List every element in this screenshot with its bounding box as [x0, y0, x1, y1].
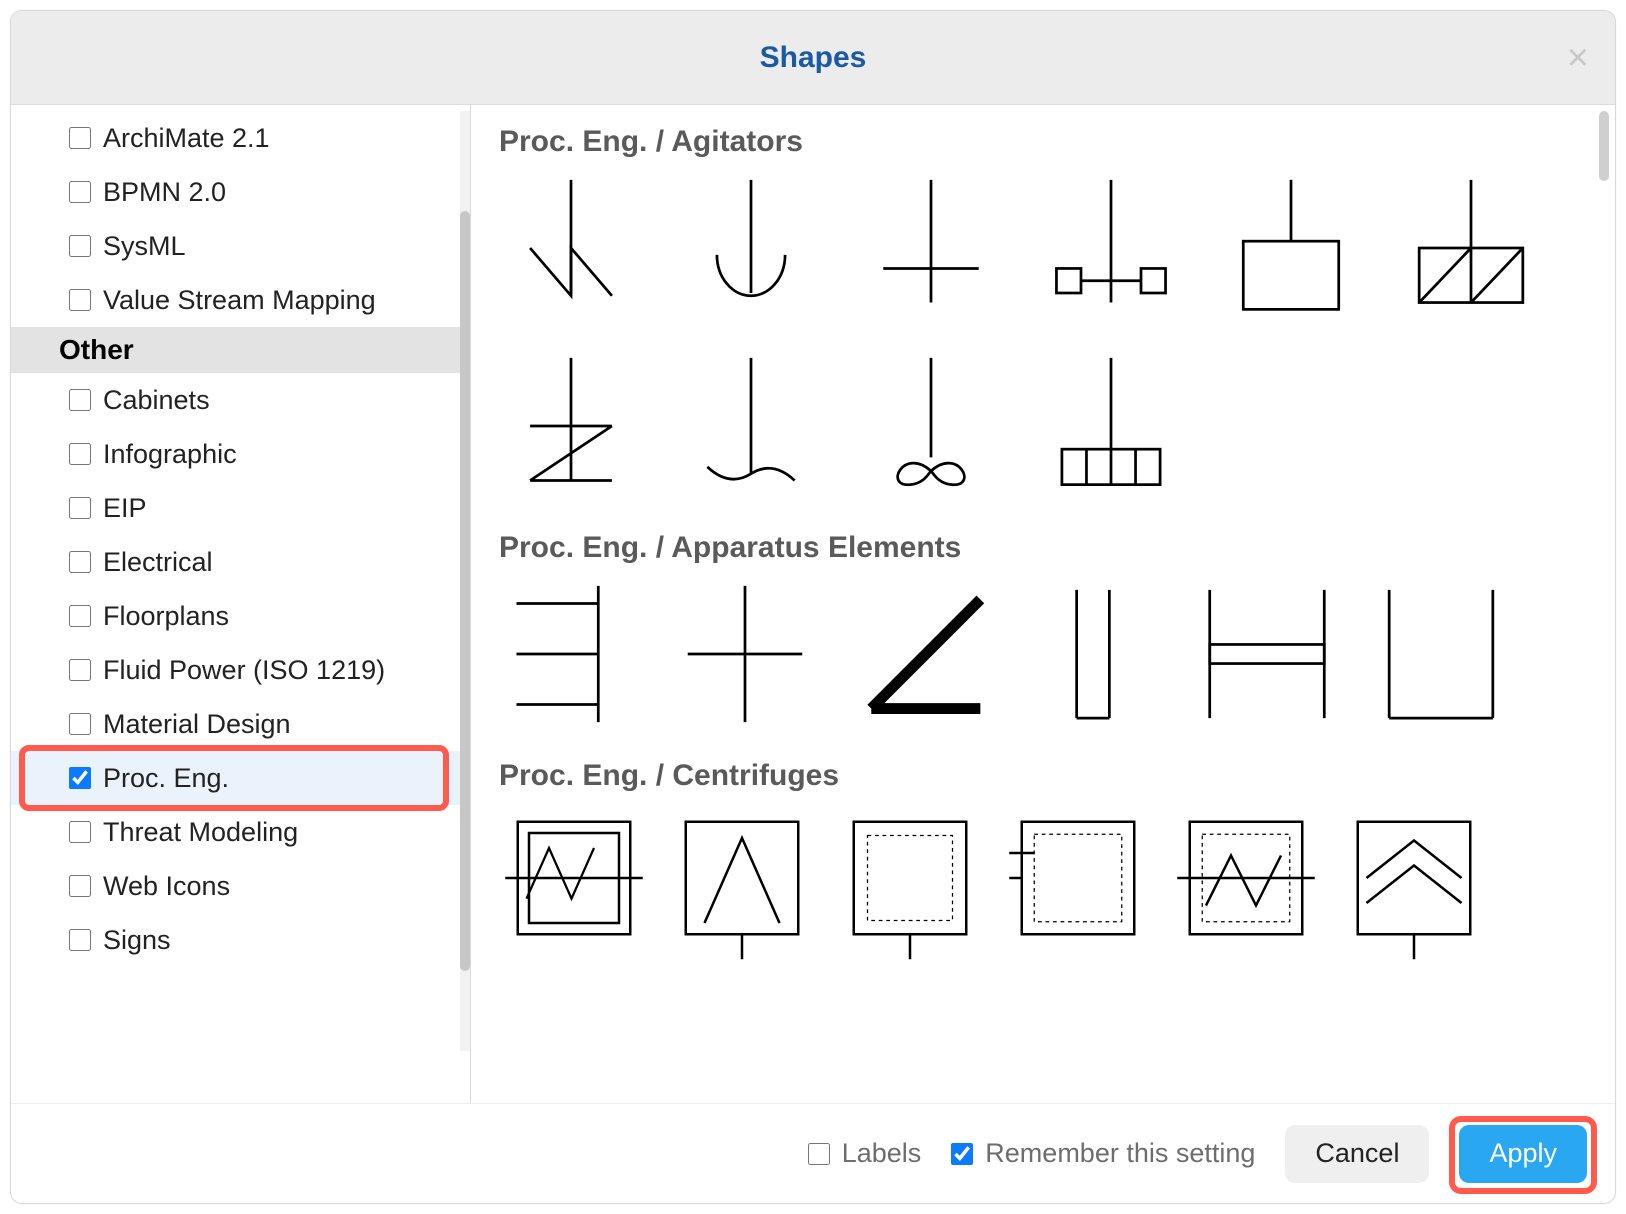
sidebar-item-infographic[interactable]: Infographic	[11, 427, 470, 481]
shape-grid-centrifuges	[499, 801, 1587, 975]
checkbox-infographic[interactable]	[69, 443, 91, 465]
checkbox-bpmn[interactable]	[69, 181, 91, 203]
checkbox-sysml[interactable]	[69, 235, 91, 257]
sidebar-section-other: Other	[11, 327, 470, 373]
shape-agitator-2[interactable]	[679, 173, 823, 323]
sidebar-item-fluid-power[interactable]: Fluid Power (ISO 1219)	[11, 643, 470, 697]
shape-apparatus-5[interactable]	[1195, 579, 1339, 729]
checkbox-threat-modeling[interactable]	[69, 821, 91, 843]
checkbox-electrical[interactable]	[69, 551, 91, 573]
sidebar[interactable]: ArchiMate 2.1 BPMN 2.0 SysML Value Strea…	[11, 105, 471, 1103]
remember-toggle[interactable]: Remember this setting	[951, 1138, 1255, 1169]
sidebar-item-label: Fluid Power (ISO 1219)	[103, 655, 385, 686]
sidebar-item-threat-modeling[interactable]: Threat Modeling	[11, 805, 470, 859]
shapes-dialog: Shapes × ArchiMate 2.1 BPMN 2.0 SysML	[10, 10, 1616, 1204]
section-title-centrifuges: Proc. Eng. / Centrifuges	[499, 759, 1587, 793]
shape-preview-panel[interactable]: Proc. Eng. / Agitators Proc. Eng. / Appa…	[471, 105, 1615, 1103]
dialog-titlebar: Shapes ×	[11, 11, 1615, 105]
shape-agitator-6[interactable]	[1399, 173, 1543, 323]
dialog-footer: Labels Remember this setting Cancel Appl…	[11, 1103, 1615, 1203]
checkbox-material-design[interactable]	[69, 713, 91, 735]
labels-toggle-label: Labels	[842, 1138, 922, 1169]
dialog-body: ArchiMate 2.1 BPMN 2.0 SysML Value Strea…	[11, 105, 1615, 1103]
shape-agitator-9[interactable]	[859, 351, 1003, 501]
sidebar-item-label: Signs	[103, 925, 171, 956]
sidebar-item-label: Threat Modeling	[103, 817, 298, 848]
apply-button[interactable]: Apply	[1459, 1125, 1587, 1183]
checkbox-web-icons[interactable]	[69, 875, 91, 897]
checkbox-eip[interactable]	[69, 497, 91, 519]
checkbox-signs[interactable]	[69, 929, 91, 951]
shape-apparatus-1[interactable]	[499, 579, 643, 729]
sidebar-item-label: Cabinets	[103, 385, 210, 416]
shape-agitator-1[interactable]	[499, 173, 643, 323]
shape-grid-apparatus	[499, 573, 1587, 749]
shape-agitator-8[interactable]	[679, 351, 823, 501]
shape-agitator-5[interactable]	[1219, 173, 1363, 323]
sidebar-item-label: ArchiMate 2.1	[103, 123, 270, 154]
shape-centrifuge-3[interactable]	[835, 809, 985, 959]
sidebar-item-label: Web Icons	[103, 871, 230, 902]
checkbox-remember[interactable]	[951, 1143, 973, 1165]
remember-toggle-label: Remember this setting	[985, 1138, 1255, 1169]
shape-apparatus-4[interactable]	[1021, 579, 1165, 729]
section-title-agitators: Proc. Eng. / Agitators	[499, 125, 1587, 159]
dialog-title: Shapes	[760, 41, 867, 75]
sidebar-item-floorplans[interactable]: Floorplans	[11, 589, 470, 643]
checkbox-proc-eng[interactable]	[69, 767, 91, 789]
sidebar-item-label: Material Design	[103, 709, 291, 740]
checkbox-vsm[interactable]	[69, 289, 91, 311]
sidebar-item-bpmn[interactable]: BPMN 2.0	[11, 165, 470, 219]
checkbox-cabinets[interactable]	[69, 389, 91, 411]
sidebar-item-signs[interactable]: Signs	[11, 913, 470, 967]
close-icon[interactable]: ×	[1567, 39, 1589, 77]
labels-toggle[interactable]: Labels	[808, 1138, 922, 1169]
sidebar-item-material-design[interactable]: Material Design	[11, 697, 470, 751]
sidebar-item-label: BPMN 2.0	[103, 177, 226, 208]
sidebar-item-web-icons[interactable]: Web Icons	[11, 859, 470, 913]
shape-centrifuge-4[interactable]	[1003, 809, 1153, 959]
sidebar-item-cabinets[interactable]: Cabinets	[11, 373, 470, 427]
section-title-apparatus: Proc. Eng. / Apparatus Elements	[499, 531, 1587, 565]
checkbox-archimate[interactable]	[69, 127, 91, 149]
cancel-button[interactable]: Cancel	[1285, 1125, 1429, 1183]
sidebar-item-label: SysML	[103, 231, 186, 262]
shape-agitator-10[interactable]	[1039, 351, 1183, 501]
sidebar-item-electrical[interactable]: Electrical	[11, 535, 470, 589]
sidebar-item-label: Electrical	[103, 547, 213, 578]
shape-agitator-4[interactable]	[1039, 173, 1183, 323]
shape-apparatus-6[interactable]	[1369, 579, 1513, 729]
shape-apparatus-2[interactable]	[673, 579, 817, 729]
sidebar-item-proc-eng[interactable]: Proc. Eng.	[11, 751, 470, 805]
content-scrollbar-thumb[interactable]	[1599, 111, 1609, 181]
shape-grid-agitators	[499, 167, 1587, 521]
sidebar-item-label: Value Stream Mapping	[103, 285, 376, 316]
sidebar-item-label: Proc. Eng.	[103, 763, 229, 794]
sidebar-item-archimate[interactable]: ArchiMate 2.1	[11, 111, 470, 165]
sidebar-item-sysml[interactable]: SysML	[11, 219, 470, 273]
sidebar-item-eip[interactable]: EIP	[11, 481, 470, 535]
shape-agitator-7[interactable]	[499, 351, 643, 501]
checkbox-floorplans[interactable]	[69, 605, 91, 627]
shape-centrifuge-5[interactable]	[1171, 809, 1321, 959]
checkbox-labels[interactable]	[808, 1143, 830, 1165]
sidebar-item-label: EIP	[103, 493, 147, 524]
shape-centrifuge-2[interactable]	[667, 809, 817, 959]
shape-centrifuge-1[interactable]	[499, 809, 649, 959]
shape-agitator-3[interactable]	[859, 173, 1003, 323]
sidebar-item-label: Infographic	[103, 439, 237, 470]
sidebar-scrollbar-thumb[interactable]	[460, 211, 470, 971]
sidebar-item-label: Floorplans	[103, 601, 229, 632]
shape-apparatus-3[interactable]	[847, 579, 991, 729]
shape-centrifuge-6[interactable]	[1339, 809, 1489, 959]
checkbox-fluid-power[interactable]	[69, 659, 91, 681]
sidebar-item-vsm[interactable]: Value Stream Mapping	[11, 273, 470, 327]
